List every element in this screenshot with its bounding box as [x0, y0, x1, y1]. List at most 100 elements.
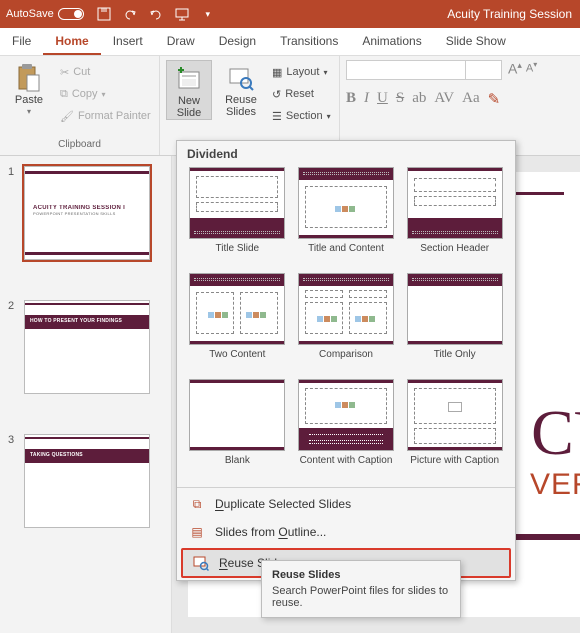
- layout-comparison[interactable]: Comparison: [296, 273, 397, 371]
- shadow-button[interactable]: ab: [412, 90, 426, 109]
- menu-label: Slides from Outline...: [215, 525, 326, 539]
- reset-icon: ↺: [272, 88, 281, 101]
- section-button[interactable]: ☰Section▾: [270, 106, 333, 126]
- thumb-number: 1: [8, 166, 18, 260]
- tab-animations[interactable]: Animations: [350, 27, 433, 55]
- tab-design[interactable]: Design: [207, 27, 268, 55]
- menu-slides-from-outline[interactable]: ▤ Slides from Outline...: [177, 518, 515, 546]
- layout-label: Picture with Caption: [410, 455, 499, 477]
- layout-label: Title Only: [434, 349, 476, 371]
- cut-button[interactable]: ✂ Cut: [58, 62, 153, 82]
- new-slide-label: New Slide: [177, 95, 201, 119]
- section-label: Section: [286, 110, 323, 122]
- layout-title-slide[interactable]: Title Slide: [187, 167, 288, 265]
- layout-title-content[interactable]: Title and Content: [296, 167, 397, 265]
- new-slide-button[interactable]: New Slide: [166, 60, 212, 120]
- layout-label: Two Content: [209, 349, 265, 371]
- paste-label: Paste: [15, 94, 43, 106]
- tab-insert[interactable]: Insert: [101, 27, 155, 55]
- layout-section-header[interactable]: Section Header: [404, 167, 505, 265]
- autosave-label: AutoSave: [6, 8, 54, 20]
- layout-content-caption[interactable]: Content with Caption: [296, 379, 397, 477]
- layout-label: Title Slide: [216, 243, 260, 265]
- scissors-icon: ✂: [60, 66, 69, 79]
- group-clipboard: Paste ▾ ✂Cut ⧉Copy▾ 🖌Format Painter Clip…: [0, 56, 160, 155]
- undo-icon[interactable]: [122, 6, 138, 22]
- font-family-field[interactable]: [346, 60, 466, 80]
- reuse-slides-button[interactable]: Reuse Slides: [218, 60, 264, 118]
- change-case-button[interactable]: Aa: [462, 90, 480, 109]
- thumb-band: HOW TO PRESENT YOUR FINDINGS: [25, 315, 149, 329]
- thumb-row-1[interactable]: 1 ACUITY TRAINING SESSION I POWERPOINT P…: [8, 166, 163, 260]
- reset-button[interactable]: ↺ Reset: [270, 84, 333, 104]
- thumb-row-3[interactable]: 3 TAKING QUESTIONS: [8, 434, 163, 528]
- tab-slideshow[interactable]: Slide Show: [434, 27, 518, 55]
- title-bar: AutoSave ▾ Acuity Training Session: [0, 0, 580, 28]
- thumb-number: 2: [8, 300, 18, 394]
- format-painter-label: Format Painter: [78, 110, 151, 122]
- grow-font-icon[interactable]: A▴: [508, 60, 522, 80]
- dropdown-theme-name: Dividend: [177, 141, 515, 167]
- tooltip-body: Search PowerPoint files for slides to re…: [272, 585, 450, 609]
- tab-home[interactable]: Home: [43, 27, 100, 55]
- layout-label: Comparison: [319, 349, 373, 371]
- autosave-toggle[interactable]: AutoSave: [6, 8, 84, 20]
- thumb-band: TAKING QUESTIONS: [25, 449, 149, 463]
- reset-label: Reset: [285, 88, 314, 100]
- toggle-icon: [58, 8, 84, 20]
- qat-more-icon[interactable]: ▾: [200, 6, 216, 22]
- tab-transitions[interactable]: Transitions: [268, 27, 350, 55]
- slide-thumbnails: 1 ACUITY TRAINING SESSION I POWERPOINT P…: [0, 156, 172, 633]
- quick-access-toolbar: ▾: [96, 6, 216, 22]
- thumb-row-2[interactable]: 2 HOW TO PRESENT YOUR FINDINGS: [8, 300, 163, 394]
- layout-picture-caption[interactable]: Picture with Caption: [404, 379, 505, 477]
- ribbon-tabs: File Home Insert Draw Design Transitions…: [0, 28, 580, 56]
- layout-button[interactable]: ▦Layout▾: [270, 62, 333, 82]
- layout-icon: ▦: [272, 66, 282, 79]
- tab-draw[interactable]: Draw: [155, 27, 207, 55]
- menu-duplicate-slides[interactable]: ⧉ Duplicate Selected Slides: [177, 490, 515, 518]
- tooltip-reuse-slides: Reuse Slides Search PowerPoint files for…: [261, 560, 461, 618]
- duplicate-icon: ⧉: [189, 496, 205, 512]
- layout-blank[interactable]: Blank: [187, 379, 288, 477]
- highlight-button[interactable]: ✎: [488, 90, 501, 109]
- canvas-title-fragment: CU: [531, 396, 580, 470]
- save-icon[interactable]: [96, 6, 112, 22]
- dropdown-separator: [177, 487, 515, 488]
- brush-icon: 🖌: [60, 110, 74, 123]
- layout-label: Content with Caption: [300, 455, 393, 477]
- new-slide-icon: [173, 63, 205, 95]
- slide-thumb-1[interactable]: ACUITY TRAINING SESSION I POWERPOINT PRE…: [24, 166, 150, 260]
- layout-label: Title and Content: [308, 243, 384, 265]
- font-size-field[interactable]: [466, 60, 502, 80]
- menu-label: Duplicate Selected Slides: [215, 497, 351, 511]
- slide-thumb-2[interactable]: HOW TO PRESENT YOUR FINDINGS: [24, 300, 150, 394]
- chevron-down-icon: ▾: [27, 106, 31, 118]
- italic-button[interactable]: I: [364, 90, 369, 109]
- layout-title-only[interactable]: Title Only: [404, 273, 505, 371]
- tooltip-title: Reuse Slides: [272, 569, 450, 581]
- layout-grid: Title Slide Title and Content Section He…: [177, 167, 515, 485]
- slide-thumb-3[interactable]: TAKING QUESTIONS: [24, 434, 150, 528]
- strike-button[interactable]: S: [396, 90, 404, 109]
- paste-button[interactable]: Paste ▾: [6, 60, 52, 118]
- char-spacing-button[interactable]: AV: [434, 90, 454, 109]
- shrink-font-icon[interactable]: A▾: [526, 60, 537, 80]
- section-icon: ☰: [272, 110, 282, 123]
- layout-label: Blank: [225, 455, 250, 477]
- reuse-icon: [193, 555, 209, 571]
- redo-icon[interactable]: [148, 6, 164, 22]
- thumb-title: ACUITY TRAINING SESSION I POWERPOINT PRE…: [33, 205, 141, 217]
- present-icon[interactable]: [174, 6, 190, 22]
- copy-label: Copy: [72, 88, 98, 100]
- bold-button[interactable]: B: [346, 90, 356, 109]
- underline-button[interactable]: U: [377, 90, 388, 109]
- layout-two-content[interactable]: Two Content: [187, 273, 288, 371]
- canvas-subtitle-fragment: VERPO: [530, 468, 580, 502]
- document-title: Acuity Training Session: [447, 0, 572, 28]
- tab-file[interactable]: File: [0, 27, 43, 55]
- format-painter-button[interactable]: 🖌 Format Painter: [58, 106, 153, 126]
- copy-button[interactable]: ⧉Copy▾: [58, 84, 153, 104]
- cut-label: Cut: [73, 66, 90, 78]
- reuse-slides-label: Reuse Slides: [225, 94, 257, 118]
